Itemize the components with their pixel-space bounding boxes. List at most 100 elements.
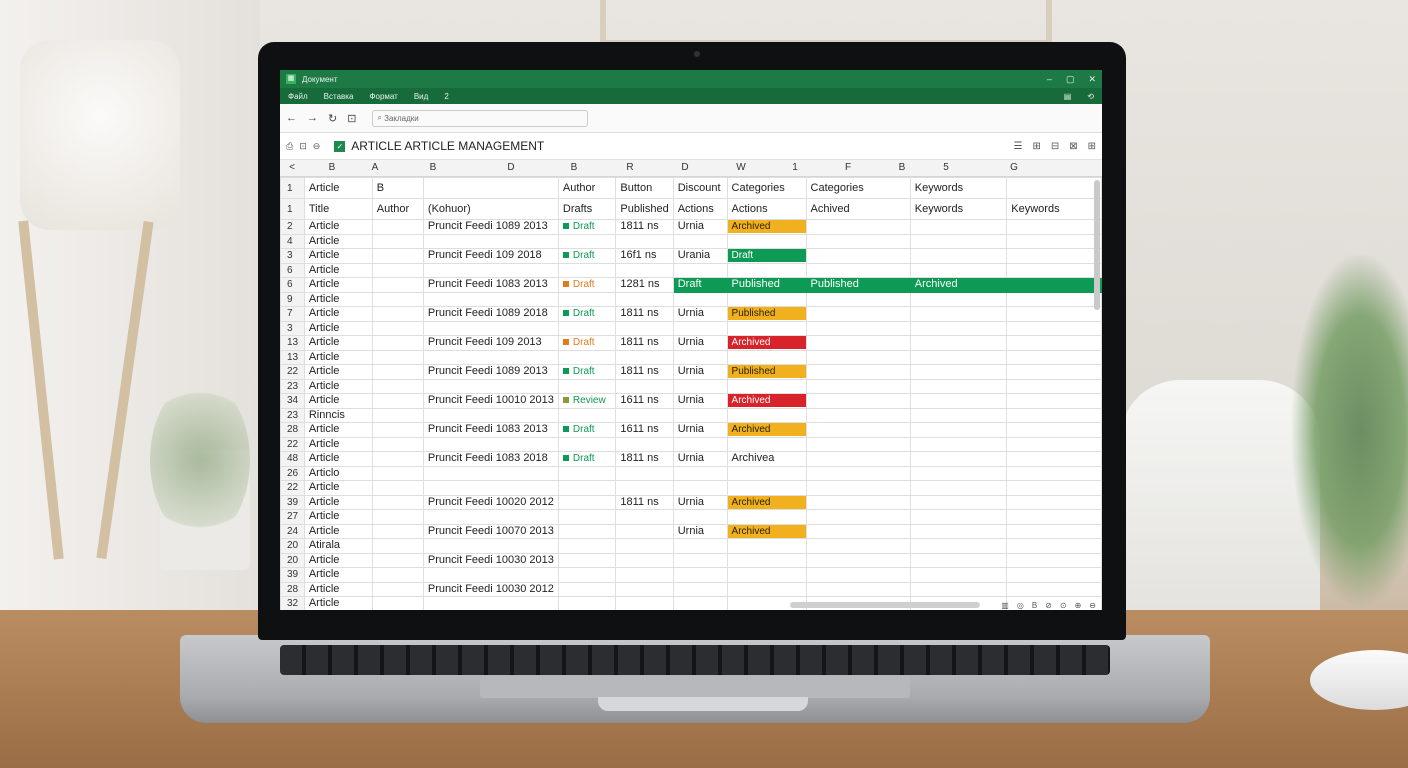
table-cell[interactable] [805,262,911,278]
minimize-button[interactable]: – [1047,74,1052,85]
table-cell[interactable]: B [371,177,424,199]
table-cell[interactable] [615,436,674,452]
table-cell[interactable] [1006,349,1102,365]
column-header[interactable]: 1 [770,160,820,176]
table-cell[interactable] [805,422,911,438]
row-number[interactable]: 27 [280,509,305,525]
table-cell[interactable]: Title [303,198,373,220]
menu-item-view[interactable]: Вид [414,92,428,101]
table-cell[interactable] [557,567,617,583]
table-cell[interactable] [557,378,617,394]
menu-item-format[interactable]: Формат [369,92,397,101]
table-cell[interactable] [909,219,1008,235]
column-header[interactable]: D [476,160,546,176]
table-cell[interactable] [672,465,728,481]
forward-icon[interactable]: → [307,112,318,124]
table-cell[interactable] [1006,364,1102,380]
table-cell[interactable]: 1611 ns [615,422,674,438]
table-cell[interactable]: 1811 ns [615,306,674,322]
table-cell[interactable] [422,480,559,496]
row-number[interactable]: 9 [280,291,305,307]
table-cell[interactable]: Urnia [672,523,728,539]
table-cell[interactable] [615,552,674,568]
table-cell[interactable] [371,248,424,264]
table-cell[interactable]: Archived [726,494,807,510]
row-number[interactable]: 28 [280,581,305,597]
bookmark-icon[interactable]: ⊡ [347,112,356,125]
table-cell[interactable] [805,581,911,597]
table-cell[interactable]: Urnia [672,451,728,467]
table-cell[interactable]: Pruncit Feedi 10020 2012 [422,494,559,510]
table-cell[interactable] [805,465,911,481]
table-cell[interactable] [615,349,674,365]
table-cell[interactable]: Pruncit Feedi 1083 2018 [422,451,559,467]
table-cell[interactable] [909,552,1008,568]
table-cell[interactable] [805,335,911,351]
table-cell[interactable]: Published [805,277,911,293]
table-cell[interactable] [1006,378,1102,394]
table-cell[interactable] [557,349,617,365]
table-cell[interactable]: Article [303,364,373,380]
table-cell[interactable] [371,393,424,409]
table-cell[interactable] [909,422,1008,438]
table-cell[interactable]: Article [303,233,373,249]
table-cell[interactable]: Article [303,494,373,510]
split-icon[interactable]: ⊟ [1051,141,1059,152]
table-cell[interactable]: Pruncit Feedi 109 2013 [422,335,559,351]
table-cell[interactable]: Pruncit Feedi 10030 2013 [422,552,559,568]
status-icon[interactable]: B [1032,601,1037,610]
table-cell[interactable]: 1611 ns [615,393,674,409]
row-number[interactable]: 4 [280,233,305,249]
table-cell[interactable] [805,567,911,583]
row-number[interactable]: 34 [280,393,305,409]
table-cell[interactable] [726,436,807,452]
table-cell[interactable]: Actions [726,198,807,220]
column-header[interactable]: D [658,160,712,176]
table-cell[interactable] [557,523,617,539]
table-cell[interactable] [371,480,424,496]
table-cell[interactable]: Article [303,320,373,336]
table-cell[interactable]: Urania [672,248,728,264]
table-cell[interactable] [726,567,807,583]
table-cell[interactable] [371,581,424,597]
table-cell[interactable]: Article [303,509,373,525]
column-header[interactable]: B [304,160,360,176]
table-cell[interactable] [422,538,559,554]
table-cell[interactable] [1006,480,1102,496]
table-cell[interactable] [672,596,728,610]
table-cell[interactable] [726,581,807,597]
table-cell[interactable] [615,581,674,597]
table-cell[interactable]: Actions [672,198,728,220]
row-number[interactable]: 23 [280,378,305,394]
table-cell[interactable]: Article [303,581,373,597]
table-cell[interactable]: Pruncit Feedi 1089 2013 [422,219,559,235]
table-cell[interactable] [615,509,674,525]
menu-item-insert[interactable]: Вставка [324,92,354,101]
table-cell[interactable] [422,177,559,199]
table-cell[interactable]: Keywords [909,198,1008,220]
status-icon[interactable]: ⊘ [1045,601,1052,610]
table-cell[interactable] [1006,177,1102,199]
table-cell[interactable]: Article [303,219,373,235]
table-cell[interactable] [909,523,1008,539]
table-cell[interactable] [615,567,674,583]
row-number[interactable]: 23 [280,407,305,423]
zoom-out-icon[interactable]: ⊖ [313,141,321,152]
table-cell[interactable] [1006,277,1102,293]
table-cell[interactable] [672,581,728,597]
table-cell[interactable] [557,291,617,307]
table-cell[interactable] [422,596,559,610]
table-cell[interactable] [805,538,911,554]
table-cell[interactable] [726,480,807,496]
table-cell[interactable]: Archived [726,219,807,235]
row-number[interactable]: 28 [280,422,305,438]
table-cell[interactable] [557,407,617,423]
table-cell[interactable] [672,436,728,452]
table-cell[interactable] [422,407,559,423]
table-cell[interactable] [909,378,1008,394]
table-cell[interactable] [726,407,807,423]
table-cell[interactable]: Article [303,291,373,307]
table-cell[interactable]: Draft [557,422,617,438]
table-cell[interactable] [909,494,1008,510]
table-cell[interactable] [805,233,911,249]
